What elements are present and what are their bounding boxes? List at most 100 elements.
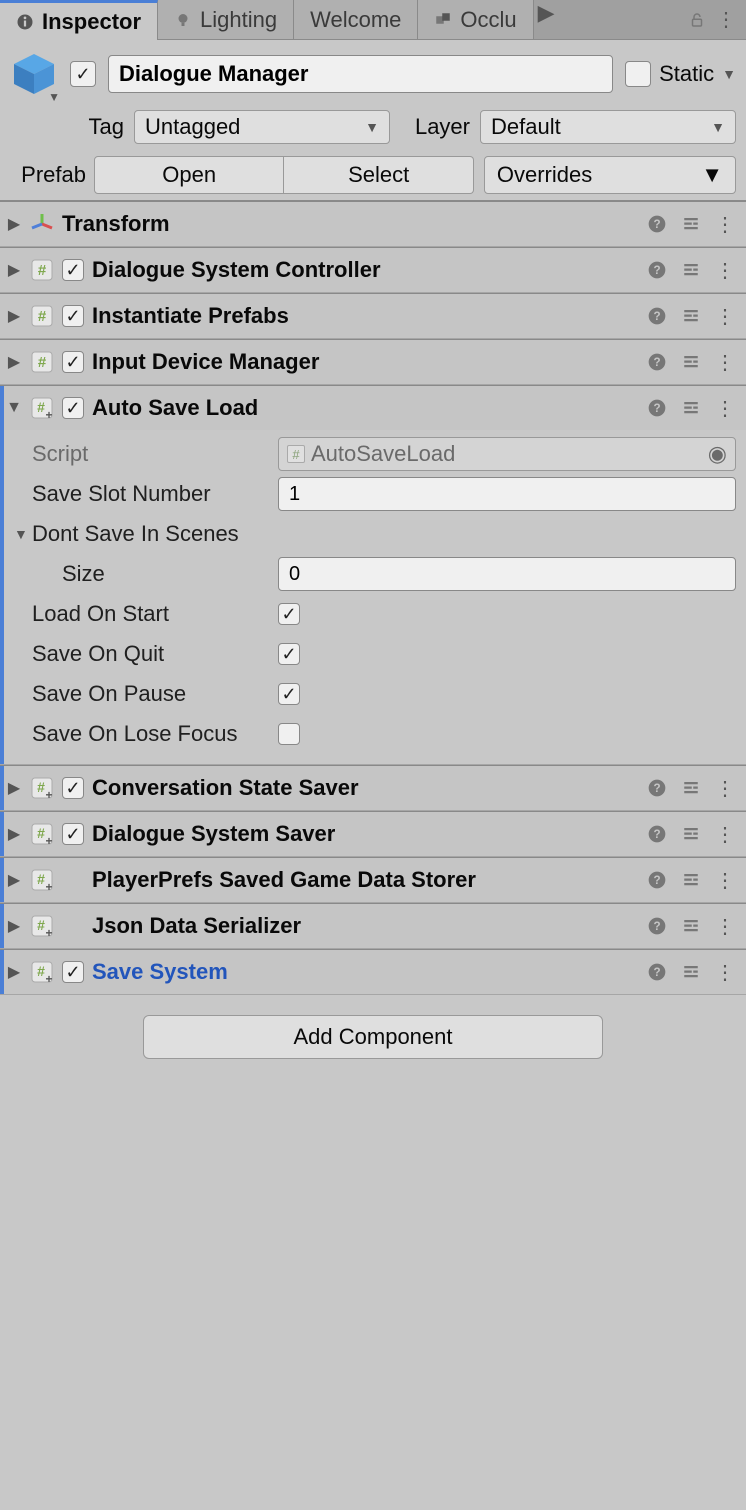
preset-icon[interactable] — [678, 959, 704, 985]
active-checkbox[interactable]: ✓ — [70, 61, 96, 87]
help-icon[interactable]: ? — [644, 913, 670, 939]
script-object-field[interactable]: # AutoSaveLoad ◉ — [278, 437, 736, 471]
tab-welcome[interactable]: Welcome — [294, 0, 418, 39]
kebab-icon[interactable]: ⋮ — [712, 395, 738, 421]
save-slot-input[interactable] — [278, 477, 736, 511]
script-added-icon: #+ — [30, 396, 54, 420]
kebab-icon[interactable]: ⋮ — [712, 821, 738, 847]
save-on-quit-checkbox[interactable]: ✓ — [278, 643, 300, 665]
layer-dropdown[interactable]: Default ▼ — [480, 110, 736, 144]
enable-checkbox[interactable]: ✓ — [62, 777, 84, 799]
enable-checkbox[interactable]: ✓ — [62, 351, 84, 373]
add-component-button[interactable]: Add Component — [143, 1015, 603, 1059]
script-added-icon: #+ — [30, 914, 54, 938]
svg-text:?: ? — [653, 874, 660, 887]
svg-text:?: ? — [653, 920, 660, 933]
bulb-icon — [174, 11, 192, 29]
preset-icon[interactable] — [678, 775, 704, 801]
kebab-icon[interactable]: ⋮ — [712, 211, 738, 237]
svg-text:?: ? — [653, 356, 660, 369]
preset-icon[interactable] — [678, 395, 704, 421]
kebab-icon[interactable]: ⋮ — [712, 959, 738, 985]
help-icon[interactable]: ? — [644, 349, 670, 375]
prefab-open-button[interactable]: Open — [94, 156, 284, 194]
script-added-icon: #+ — [30, 868, 54, 892]
kebab-icon[interactable]: ⋮ — [712, 775, 738, 801]
tab-occlusion[interactable]: Occlu — [418, 0, 533, 39]
save-on-pause-checkbox[interactable]: ✓ — [278, 683, 300, 705]
foldout-icon[interactable]: ▶ — [6, 916, 22, 936]
component-transform: ▶ Transform ? ⋮ — [0, 201, 746, 247]
preset-icon[interactable] — [678, 303, 704, 329]
kebab-icon[interactable]: ⋮ — [712, 303, 738, 329]
enable-checkbox[interactable]: ✓ — [62, 259, 84, 281]
component-dialogue-system-controller: ▶ # ✓ Dialogue System Controller ? ⋮ — [0, 247, 746, 293]
script-icon: # — [30, 258, 54, 282]
help-icon[interactable]: ? — [644, 959, 670, 985]
foldout-icon[interactable]: ▼ — [6, 399, 22, 417]
chevron-down-icon: ▼ — [701, 162, 723, 188]
prefab-cube-icon[interactable]: ▼ — [10, 50, 58, 98]
tab-bar: Inspector Lighting Welcome Occlu ▶ ⋮ — [0, 0, 746, 40]
foldout-icon[interactable]: ▶ — [6, 962, 22, 982]
foldout-icon[interactable]: ▼ — [14, 526, 28, 542]
tab-lighting[interactable]: Lighting — [158, 0, 294, 39]
kebab-icon[interactable]: ⋮ — [712, 867, 738, 893]
help-icon[interactable]: ? — [644, 775, 670, 801]
help-icon[interactable]: ? — [644, 257, 670, 283]
chevron-down-icon[interactable]: ▼ — [722, 66, 736, 82]
gameobject-header: ▼ ✓ Static ▼ Tag Untagged ▼ Layer Defaul… — [0, 40, 746, 201]
kebab-icon[interactable]: ⋮ — [712, 913, 738, 939]
help-icon[interactable]: ? — [644, 821, 670, 847]
info-icon — [16, 13, 34, 31]
enable-checkbox[interactable]: ✓ — [62, 397, 84, 419]
enable-checkbox[interactable]: ✓ — [62, 823, 84, 845]
dont-save-label[interactable]: ▼Dont Save In Scenes — [14, 521, 270, 547]
preset-icon[interactable] — [678, 867, 704, 893]
svg-text:?: ? — [653, 310, 660, 323]
gameobject-name-input[interactable] — [108, 55, 613, 93]
help-icon[interactable]: ? — [644, 395, 670, 421]
size-input[interactable] — [278, 557, 736, 591]
component-title: Input Device Manager — [92, 349, 636, 375]
kebab-icon[interactable]: ⋮ — [716, 7, 736, 32]
tab-inspector[interactable]: Inspector — [0, 0, 158, 40]
object-picker-icon[interactable]: ◉ — [708, 441, 727, 467]
help-icon[interactable]: ? — [644, 211, 670, 237]
help-icon[interactable]: ? — [644, 303, 670, 329]
preset-icon[interactable] — [678, 349, 704, 375]
tab-label: Lighting — [200, 7, 277, 33]
preset-icon[interactable] — [678, 211, 704, 237]
prefab-select-button[interactable]: Select — [284, 156, 473, 194]
foldout-icon[interactable]: ▶ — [6, 778, 22, 798]
preset-icon[interactable] — [678, 257, 704, 283]
enable-checkbox[interactable]: ✓ — [62, 305, 84, 327]
kebab-icon[interactable]: ⋮ — [712, 349, 738, 375]
enable-checkbox[interactable]: ✓ — [62, 961, 84, 983]
foldout-icon[interactable]: ▶ — [6, 306, 22, 326]
lock-icon[interactable] — [688, 11, 706, 29]
component-save-system: ▶ #+ ✓ Save System ? ⋮ — [0, 949, 746, 995]
svg-text:?: ? — [653, 828, 660, 841]
tab-label: Inspector — [42, 9, 141, 35]
foldout-icon[interactable]: ▶ — [6, 260, 22, 280]
tab-overflow-icon[interactable]: ▶ — [534, 0, 559, 39]
foldout-icon[interactable]: ▶ — [6, 870, 22, 890]
foldout-icon[interactable]: ▶ — [6, 214, 22, 234]
svg-text:#: # — [37, 871, 45, 887]
prefab-overrides-dropdown[interactable]: Overrides ▼ — [484, 156, 736, 194]
tag-label: Tag — [70, 114, 124, 140]
load-on-start-checkbox[interactable]: ✓ — [278, 603, 300, 625]
help-icon[interactable]: ? — [644, 867, 670, 893]
foldout-icon[interactable]: ▶ — [6, 352, 22, 372]
preset-icon[interactable] — [678, 821, 704, 847]
layer-label: Layer — [400, 114, 470, 140]
foldout-icon[interactable]: ▶ — [6, 824, 22, 844]
svg-text:#: # — [37, 963, 45, 979]
preset-icon[interactable] — [678, 913, 704, 939]
tag-dropdown[interactable]: Untagged ▼ — [134, 110, 390, 144]
static-checkbox[interactable] — [625, 61, 651, 87]
kebab-icon[interactable]: ⋮ — [712, 257, 738, 283]
component-title: Dialogue System Controller — [92, 257, 636, 283]
save-on-lose-focus-checkbox[interactable] — [278, 723, 300, 745]
